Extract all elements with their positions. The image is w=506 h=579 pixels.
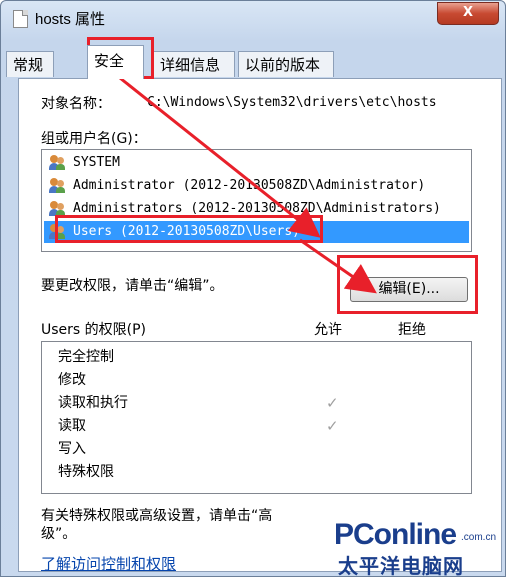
list-item[interactable]: Administrator (2012-20130508ZD\Administr… bbox=[44, 175, 469, 197]
permissions-header: Users 的权限(P) bbox=[41, 322, 147, 338]
change-permissions-hint: 要更改权限，请单击“编辑”。 bbox=[41, 278, 224, 294]
object-name-label: 对象名称： bbox=[41, 96, 111, 112]
user-group-icon bbox=[49, 155, 66, 171]
user-name: Administrators (2012-20130508ZD\Administ… bbox=[73, 201, 441, 216]
watermark-brand: PConline bbox=[334, 518, 457, 551]
window-title: hosts 属性 bbox=[35, 11, 106, 28]
allow-check-icon: ✓ bbox=[326, 394, 339, 412]
special-permissions-hint: 有关特殊权限或高级设置，请单击“高 bbox=[41, 508, 273, 524]
allow-check-icon: ✓ bbox=[326, 417, 339, 435]
user-name: SYSTEM bbox=[73, 155, 120, 170]
user-group-icon bbox=[49, 178, 66, 194]
users-listbox[interactable]: SYSTEM Administrator (2012-20130508ZD\Ad… bbox=[41, 149, 472, 252]
group-users-label: 组或用户名(G)： bbox=[41, 131, 147, 147]
learn-access-control-link[interactable]: 了解访问控制和权限 bbox=[41, 553, 176, 574]
permissions-list: 完全控制 修改 读取和执行 读取 写入 特殊权限 ✓ ✓ bbox=[41, 341, 472, 494]
tab-details[interactable]: 详细信息 bbox=[153, 51, 235, 77]
special-permissions-hint-cont: 级”。 bbox=[41, 526, 77, 542]
file-icon bbox=[13, 10, 28, 28]
edit-button[interactable]: 编辑(E)... bbox=[350, 277, 468, 302]
user-name: Administrator (2012-20130508ZD\Administr… bbox=[73, 178, 426, 193]
permission-name: 读取和执行 bbox=[58, 395, 128, 411]
object-name-value: C:\Windows\System32\drivers\etc\hosts bbox=[147, 95, 437, 110]
list-item[interactable]: SYSTEM bbox=[44, 152, 469, 174]
deny-column-header: 拒绝 bbox=[398, 322, 426, 338]
watermark-domain: .com.cn bbox=[461, 532, 497, 543]
user-name: Users (2012-20130508ZD\Users) bbox=[73, 224, 300, 239]
permission-name: 修改 bbox=[58, 372, 86, 388]
allow-column-header: 允许 bbox=[314, 322, 342, 338]
list-item-selected[interactable]: Users (2012-20130508ZD\Users) bbox=[44, 221, 469, 243]
permission-name: 完全控制 bbox=[58, 349, 114, 365]
tab-previous-versions[interactable]: 以前的版本 bbox=[238, 51, 334, 77]
tab-general[interactable]: 常规 bbox=[6, 51, 54, 77]
properties-window: hosts 属性 X 常规 安全 详细信息 以前的版本 对象名称： C:\Win… bbox=[0, 0, 506, 577]
list-item[interactable]: Administrators (2012-20130508ZD\Administ… bbox=[44, 198, 469, 220]
user-group-icon bbox=[49, 224, 66, 240]
title-bar: hosts 属性 X bbox=[1, 1, 505, 35]
user-group-icon bbox=[49, 201, 66, 217]
close-button[interactable]: X bbox=[437, 2, 499, 25]
tab-security[interactable]: 安全 bbox=[87, 45, 144, 79]
pconline-watermark: PConline .com.cn 太平洋电脑网 bbox=[334, 518, 504, 578]
watermark-sub: 太平洋电脑网 bbox=[338, 554, 464, 578]
permission-name: 读取 bbox=[58, 418, 86, 434]
permission-name: 特殊权限 bbox=[58, 464, 114, 480]
permission-name: 写入 bbox=[58, 441, 86, 457]
